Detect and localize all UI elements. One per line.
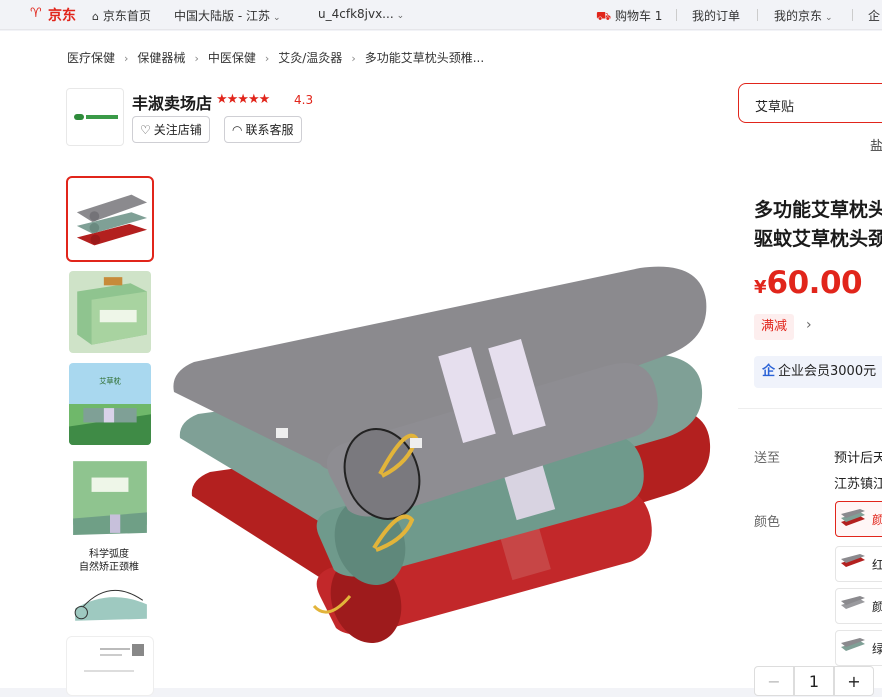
search-input[interactable]: 艾草贴 (738, 83, 882, 123)
svg-text:艾草枕: 艾草枕 (99, 377, 120, 386)
search-value: 艾草贴 (755, 100, 795, 115)
scenery-image: 艾草枕 (69, 363, 151, 445)
breadcrumb-item[interactable]: 中医保健 (208, 49, 256, 66)
qty-input[interactable]: 1 (794, 666, 834, 696)
promo-tag[interactable]: 满减 (754, 314, 795, 340)
breadcrumb-current: 多功能艾草枕头颈椎... (364, 51, 485, 65)
divider (852, 9, 853, 21)
divider (738, 408, 882, 409)
shop-name[interactable]: 丰淑卖场店 (132, 90, 212, 114)
price-currency: ¥ (754, 277, 767, 298)
thumbnail-green-box[interactable] (66, 452, 154, 538)
delivery-estimate: 预计后天 (834, 451, 882, 466)
thumbnail-gift-box[interactable] (66, 268, 154, 354)
chevron-right-icon: › (351, 52, 356, 65)
thumbnail-scenery[interactable]: 艾草枕 (66, 360, 154, 446)
thumbnail-pillow-stack[interactable] (66, 176, 154, 262)
jd-logo[interactable]: 京东 (48, 5, 76, 25)
product-price: ¥60.00 (754, 265, 863, 301)
headset-icon: ◠ (232, 122, 243, 137)
thumbnail-document[interactable] (66, 636, 154, 696)
home-link[interactable]: ⌂ 京东首页 (92, 7, 151, 24)
chevron-right-icon[interactable]: › (806, 317, 812, 333)
cart-link[interactable]: ⛟ 购物车 1 (596, 7, 662, 25)
chevron-down-icon: ⌄ (272, 13, 281, 23)
product-info-panel: 多功能艾草枕头 驱蚊艾草枕头颈 ¥60.00 满减 › 企企业会员3000元 送… (738, 176, 882, 696)
chevron-down-icon: ⌄ (396, 11, 405, 21)
shop-rating-score: 4.3 (294, 93, 314, 107)
pillow-stack-image (71, 181, 149, 259)
hot-search-word[interactable]: 盐 (870, 135, 882, 154)
pillow-thumb-icon (841, 638, 865, 651)
top-nav-bar: ♈ 京东 ⌂ 京东首页 中国大陆版 - 江苏 ⌄ u_4cfk8jvx... ⌄ ⛟… (0, 0, 882, 30)
breadcrumb-item[interactable]: 保健器械 (137, 49, 185, 66)
divider (757, 9, 758, 21)
follow-shop-button[interactable]: ♡ 关注店铺 (132, 116, 210, 143)
qty-increase-button[interactable]: + (834, 666, 874, 696)
pillow-stack-photo (170, 176, 722, 688)
region-selector[interactable]: 中国大陆版 - 江苏 ⌄ (174, 7, 281, 24)
user-menu[interactable]: u_4cfk8jvx... ⌄ (318, 7, 404, 21)
color-option[interactable]: 红 (835, 546, 882, 582)
breadcrumb: 医疗保健 › 保健器械 › 中医保健 › 艾灸/温灸器 › 多功能艾草枕头颈椎... (67, 49, 484, 66)
thumbnail-neck-curve[interactable]: 科学弧度 自然矫正颈椎 (66, 544, 154, 630)
heart-icon: ♡ (140, 122, 151, 137)
gift-box-image (69, 271, 151, 353)
color-option[interactable]: 绿 (835, 630, 882, 666)
home-icon: ⌂ (92, 10, 99, 23)
contact-service-button[interactable]: ◠ 联系客服 (224, 116, 302, 143)
neck-curve-heading: 科学弧度 (89, 549, 129, 560)
deliver-label: 送至 (754, 451, 781, 466)
enterprise-icon: 企 (762, 364, 776, 379)
breadcrumb-item[interactable]: 医疗保健 (67, 49, 115, 66)
color-option[interactable]: 颜 (835, 501, 882, 537)
breadcrumb-item[interactable]: 艾灸/温灸器 (278, 49, 342, 66)
chevron-right-icon: › (264, 52, 270, 65)
qty-decrease-button[interactable]: − (754, 666, 794, 696)
neck-curve-subheading: 自然矫正颈椎 (79, 562, 139, 573)
enterprise-link[interactable]: 企 (868, 7, 880, 24)
my-jd-menu[interactable]: 我的京东 ⌄ (774, 7, 833, 24)
green-box-image (69, 455, 151, 537)
pillow-thumb-icon (841, 596, 865, 609)
chevron-down-icon: ⌄ (825, 13, 833, 23)
color-option[interactable]: 颜 (835, 588, 882, 624)
orders-link[interactable]: 我的订单 (692, 7, 740, 24)
cart-icon: ⛟ (596, 9, 612, 23)
pillow-thumb-icon (841, 554, 865, 567)
divider (676, 9, 677, 21)
jd-mascot-icon: ♈ (30, 6, 42, 21)
shop-rating-stars: ★★★★★ (216, 92, 270, 107)
enterprise-member-banner[interactable]: 企企业会员3000元 (754, 356, 882, 388)
pillow-thumb-icon (841, 509, 865, 526)
product-page: 医疗保健 › 保健器械 › 中医保健 › 艾灸/温灸器 › 多功能艾草枕头颈椎... 丰淑卖场店… (0, 31, 882, 696)
chevron-right-icon: › (124, 52, 129, 65)
color-label: 颜色 (754, 515, 781, 530)
shop-logo-mark (74, 114, 118, 120)
price-value: 60.00 (766, 265, 863, 301)
main-product-image[interactable] (170, 176, 722, 688)
delivery-address[interactable]: 江苏镇江 (834, 473, 882, 492)
product-title: 多功能艾草枕头 驱蚊艾草枕头颈 (754, 199, 882, 250)
chevron-right-icon: › (194, 52, 199, 65)
shop-logo[interactable] (66, 88, 124, 146)
